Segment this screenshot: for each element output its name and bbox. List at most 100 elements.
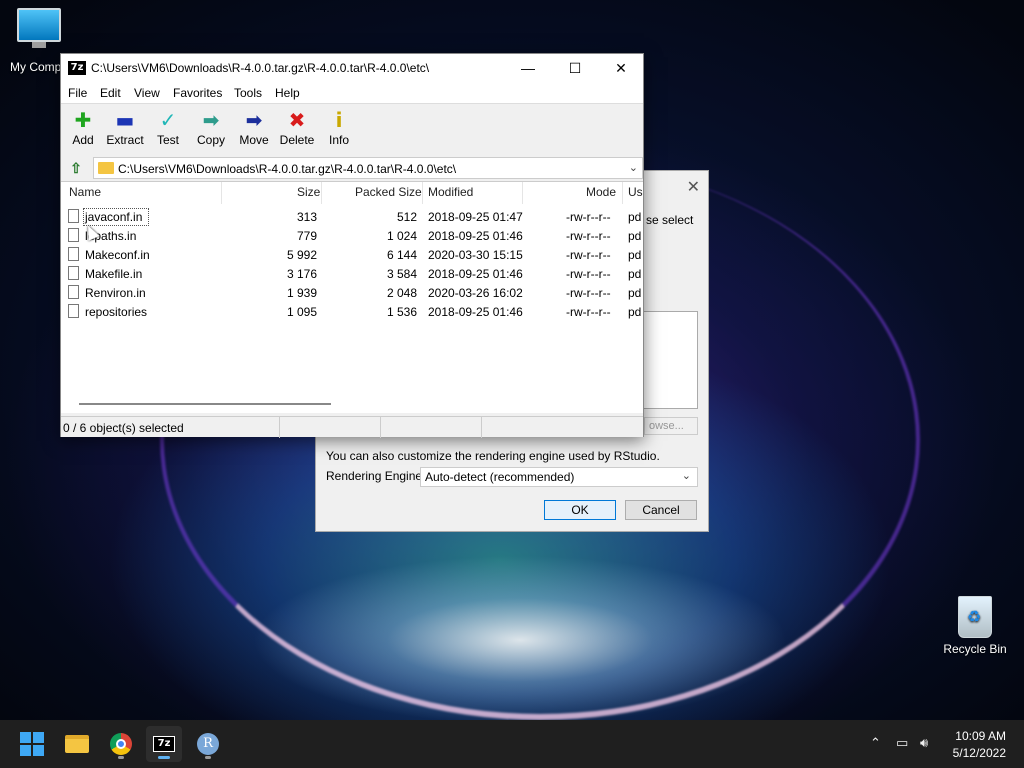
menu-tools[interactable]: Tools bbox=[234, 86, 262, 100]
title-bar[interactable]: 7z C:\Users\VM6\Downloads\R-4.0.0.tar.gz… bbox=[61, 54, 643, 82]
file-list[interactable]: Name Size Packed Size Modified Mode Us j… bbox=[61, 181, 643, 413]
file-modified: 2018-09-25 01:46 bbox=[428, 305, 523, 319]
taskbar-file-explorer[interactable] bbox=[59, 726, 95, 762]
options-listbox[interactable] bbox=[644, 311, 698, 409]
file-packed-size: 512 bbox=[396, 210, 417, 224]
volume-icon[interactable]: 🔊︎ bbox=[920, 736, 928, 751]
close-button[interactable]: ✕ bbox=[598, 54, 644, 82]
menu-bar: File Edit View Favorites Tools Help bbox=[61, 82, 643, 104]
taskbar-chrome[interactable] bbox=[103, 726, 139, 762]
file-modified: 2018-09-25 01:46 bbox=[428, 229, 523, 243]
start-button[interactable] bbox=[14, 726, 50, 762]
menu-file[interactable]: File bbox=[68, 86, 87, 100]
chrome-icon bbox=[110, 733, 132, 755]
clock-date[interactable]: 5/12/2022 bbox=[953, 746, 1006, 760]
file-packed-size: 3 584 bbox=[386, 267, 417, 281]
file-user: pd bbox=[628, 248, 642, 262]
7zip-file-manager-window: 7z C:\Users\VM6\Downloads\R-4.0.0.tar.gz… bbox=[60, 53, 644, 438]
copy-button[interactable]: ➡ Copy bbox=[189, 107, 233, 147]
network-icon[interactable]: ▭ bbox=[896, 736, 908, 751]
move-button[interactable]: ➡ Move bbox=[232, 107, 276, 147]
file-user: pd bbox=[628, 267, 642, 281]
desktop-icon-label: Recycle Bin bbox=[943, 642, 1007, 656]
file-icon bbox=[68, 247, 79, 261]
chevron-down-icon[interactable]: ⌄ bbox=[629, 161, 638, 174]
file-mode: -rw-r--r-- bbox=[566, 229, 611, 243]
file-icon bbox=[68, 209, 79, 223]
menu-view[interactable]: View bbox=[134, 86, 160, 100]
file-modified: 2020-03-26 16:02 bbox=[428, 286, 523, 300]
file-user: pd bbox=[628, 210, 642, 224]
delete-button[interactable]: ✖ Delete bbox=[275, 107, 319, 147]
column-header-user[interactable]: Us bbox=[628, 185, 643, 199]
file-icon bbox=[68, 285, 79, 299]
rendering-engine-value: Auto-detect (recommended) bbox=[425, 470, 575, 484]
column-header-packed-size[interactable]: Packed Size bbox=[355, 185, 422, 199]
test-button[interactable]: ✓ Test bbox=[146, 107, 190, 147]
file-row[interactable]: repositories 1 095 1 536 2018-09-25 01:4… bbox=[61, 302, 643, 321]
file-packed-size: 1 024 bbox=[386, 229, 417, 243]
file-name: javaconf.in bbox=[85, 210, 143, 224]
file-row[interactable]: Makefile.in 3 176 3 584 2018-09-25 01:46… bbox=[61, 264, 643, 283]
file-user: pd bbox=[628, 229, 642, 243]
taskbar-7zip[interactable]: 7z bbox=[146, 726, 182, 762]
desktop-icon-recycle-bin[interactable]: ♻ Recycle Bin bbox=[940, 596, 1010, 656]
file-modified: 2020-03-30 15:15 bbox=[428, 248, 523, 262]
file-row[interactable]: javaconf.in 313 512 2018-09-25 01:47 -rw… bbox=[61, 207, 643, 226]
horizontal-scrollbar[interactable] bbox=[79, 403, 331, 405]
copy-arrow-icon: ➡ bbox=[202, 108, 220, 132]
system-tray: ⌃ ▭ 🔊︎ 10:09 AM 5/12/2022 bbox=[862, 720, 1024, 768]
selection-status: 0 / 6 object(s) selected bbox=[63, 421, 184, 435]
rendering-engine-select[interactable]: Auto-detect (recommended) ⌄ bbox=[420, 467, 698, 487]
file-row[interactable]: Makeconf.in 5 992 6 144 2020-03-30 15:15… bbox=[61, 245, 643, 264]
cancel-button[interactable]: Cancel bbox=[625, 500, 697, 520]
minimize-button[interactable]: — bbox=[505, 54, 551, 82]
move-arrow-icon: ➡ bbox=[245, 108, 263, 132]
plus-icon: ✚ bbox=[74, 108, 92, 132]
windows-logo-icon bbox=[20, 732, 44, 756]
7zip-icon: 7z bbox=[153, 736, 175, 752]
dialog-partial-text: se select bbox=[646, 213, 694, 227]
column-header-mode[interactable]: Mode bbox=[586, 185, 616, 199]
file-size: 779 bbox=[296, 229, 317, 243]
extract-button[interactable]: ▬ Extract bbox=[103, 107, 147, 147]
browse-button[interactable]: owse... bbox=[644, 417, 698, 435]
check-icon: ✓ bbox=[159, 108, 177, 132]
menu-edit[interactable]: Edit bbox=[100, 86, 121, 100]
file-size: 1 939 bbox=[286, 286, 317, 300]
file-modified: 2018-09-25 01:46 bbox=[428, 267, 523, 281]
taskbar-r[interactable]: R bbox=[190, 726, 226, 762]
path-combobox[interactable]: C:\Users\VM6\Downloads\R-4.0.0.tar.gz\R-… bbox=[93, 157, 643, 179]
clock-time[interactable]: 10:09 AM bbox=[955, 729, 1006, 743]
close-icon[interactable]: ✕ bbox=[687, 177, 700, 197]
maximize-button[interactable]: ☐ bbox=[552, 54, 598, 82]
file-row[interactable]: ldpaths.in 779 1 024 2018-09-25 01:46 -r… bbox=[61, 226, 643, 245]
file-name: repositories bbox=[85, 305, 148, 319]
column-header-name[interactable]: Name bbox=[69, 185, 101, 199]
folder-icon bbox=[98, 162, 114, 174]
7zip-app-icon: 7z bbox=[68, 61, 86, 75]
menu-help[interactable]: Help bbox=[275, 86, 300, 100]
file-icon bbox=[68, 228, 79, 242]
add-button[interactable]: ✚ Add bbox=[61, 107, 105, 147]
r-logo-icon: R bbox=[197, 733, 219, 755]
path-text: C:\Users\VM6\Downloads\R-4.0.0.tar.gz\R-… bbox=[118, 162, 457, 176]
file-name: Makefile.in bbox=[85, 267, 143, 281]
folder-icon bbox=[65, 735, 89, 753]
chevron-up-icon[interactable]: ⌃ bbox=[870, 736, 881, 751]
info-button[interactable]: i Info bbox=[317, 107, 361, 147]
file-size: 5 992 bbox=[286, 248, 317, 262]
column-header-modified[interactable]: Modified bbox=[428, 185, 473, 199]
rendering-engine-note: You can also customize the rendering eng… bbox=[326, 449, 660, 463]
column-header-size[interactable]: Size bbox=[297, 185, 320, 199]
menu-favorites[interactable]: Favorites bbox=[173, 86, 222, 100]
file-mode: -rw-r--r-- bbox=[566, 210, 611, 224]
ok-button[interactable]: OK bbox=[544, 500, 616, 520]
address-bar: ⇧ C:\Users\VM6\Downloads\R-4.0.0.tar.gz\… bbox=[61, 156, 643, 180]
minus-icon: ▬ bbox=[115, 108, 135, 132]
toolbar: ✚ Add ▬ Extract ✓ Test ➡ Copy ➡ Move ✖ D… bbox=[61, 105, 643, 155]
up-folder-icon[interactable]: ⇧ bbox=[65, 158, 87, 178]
file-mode: -rw-r--r-- bbox=[566, 267, 611, 281]
file-row[interactable]: Renviron.in 1 939 2 048 2020-03-26 16:02… bbox=[61, 283, 643, 302]
taskbar: 7z R ⌃ ▭ 🔊︎ 10:09 AM 5/12/2022 bbox=[0, 720, 1024, 768]
